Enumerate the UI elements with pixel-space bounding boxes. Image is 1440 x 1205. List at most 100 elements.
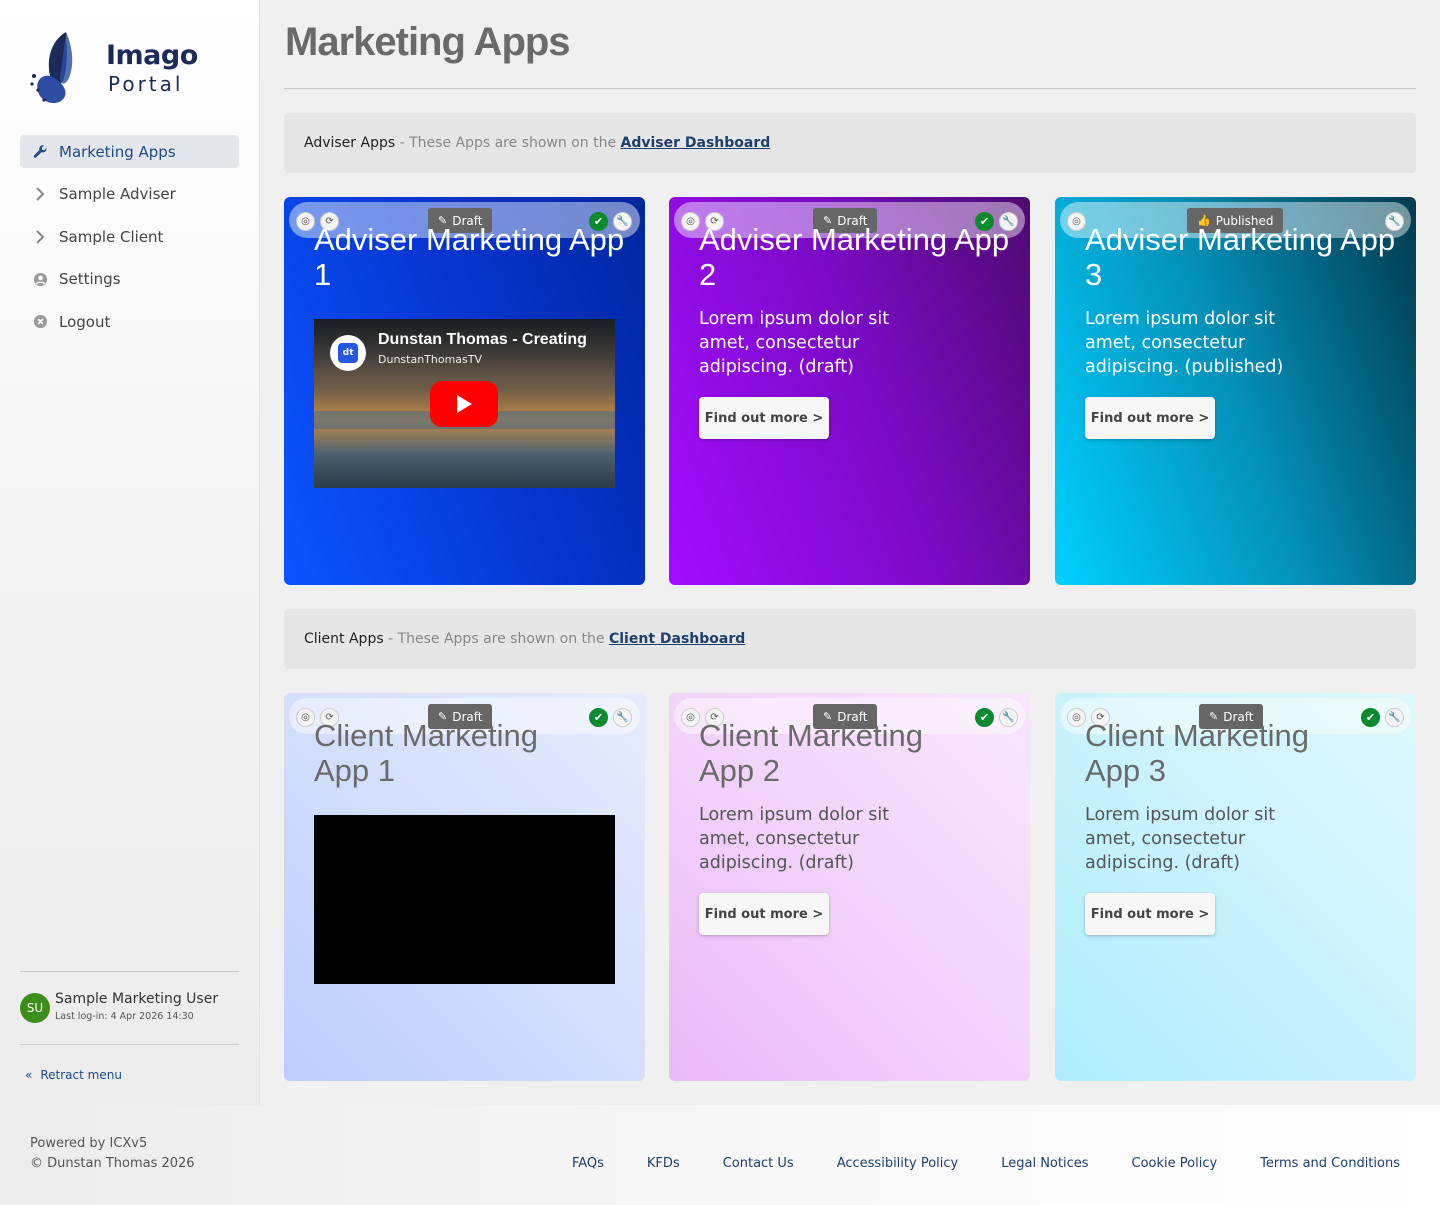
sidebar-item-label: Marketing Apps bbox=[59, 142, 176, 161]
footer-link-kfds[interactable]: KFDs bbox=[647, 1156, 680, 1171]
butterfly-logo-icon bbox=[30, 32, 73, 104]
check-icon: ✔ bbox=[593, 711, 604, 724]
sidebar-item-marketing-apps[interactable]: Marketing Apps bbox=[20, 135, 239, 168]
video-player[interactable]: dt Dunstan Thomas - Creating DunstanThom… bbox=[314, 319, 615, 488]
visibility-toggle-button[interactable]: ◎ bbox=[296, 212, 315, 231]
divider bbox=[20, 971, 239, 972]
card-text: Lorem ipsum dolor sit amet, consectetur … bbox=[1085, 309, 1284, 377]
adviser-app-card-2: ◎ ⟳ ✎ Draft ✔ 🔧 Adviser Marketing App 2 L… bbox=[669, 197, 1030, 585]
sidebar-item-sample-adviser[interactable]: Sample Adviser bbox=[20, 178, 239, 211]
close-circle-icon bbox=[32, 314, 48, 330]
sidebar-item-label: Settings bbox=[59, 270, 121, 288]
card-text: Lorem ipsum dolor sit amet, consectetur … bbox=[699, 309, 890, 377]
footer-link-cookie-policy[interactable]: Cookie Policy bbox=[1132, 1156, 1218, 1171]
find-out-more-button[interactable]: Find out more > bbox=[1085, 893, 1215, 935]
edit-settings-button[interactable]: 🔧 bbox=[1385, 708, 1404, 727]
channel-avatar[interactable]: dt bbox=[330, 335, 366, 371]
card-title: Adviser Marketing App 2 bbox=[699, 222, 1010, 292]
wrench-icon: 🔧 bbox=[616, 712, 629, 723]
powered-by: Powered by ICXv5 bbox=[30, 1136, 148, 1151]
approve-button[interactable]: ✔ bbox=[1361, 708, 1380, 727]
find-out-more-button[interactable]: Find out more > bbox=[1085, 397, 1215, 439]
find-out-more-button[interactable]: Find out more > bbox=[699, 397, 829, 439]
eye-slash-icon: ◎ bbox=[1072, 216, 1081, 227]
eye-slash-icon: ◎ bbox=[301, 216, 310, 227]
sidebar-item-label: Sample Client bbox=[59, 227, 164, 246]
sidebar-item-label: Sample Adviser bbox=[59, 185, 176, 203]
footer-link-terms[interactable]: Terms and Conditions bbox=[1260, 1156, 1400, 1171]
approve-button[interactable]: ✔ bbox=[975, 708, 994, 727]
visibility-toggle-button[interactable]: ◎ bbox=[296, 708, 315, 727]
card-title: Client Marketing App 1 bbox=[314, 718, 538, 788]
find-out-more-button[interactable]: Find out more > bbox=[699, 893, 829, 935]
card-title: Adviser Marketing App 1 bbox=[314, 222, 625, 292]
visibility-toggle-button[interactable]: ◎ bbox=[1067, 708, 1086, 727]
eye-slash-icon: ◎ bbox=[1072, 712, 1081, 723]
eye-slash-icon: ◎ bbox=[686, 712, 695, 723]
section-header-client: Client Apps - These Apps are shown on th… bbox=[284, 609, 1416, 669]
copyright: © Dunstan Thomas 2026 bbox=[30, 1156, 195, 1171]
sidebar: Imago Portal Marketing Apps Sample Advis… bbox=[0, 0, 260, 1105]
user-profile: SU Sample Marketing User Last log-in: 4 … bbox=[20, 991, 239, 1024]
play-button[interactable] bbox=[430, 381, 498, 427]
play-icon bbox=[457, 395, 472, 413]
last-login: Last log-in: 4 Apr 2026 14:30 bbox=[55, 1011, 194, 1022]
wrench-icon: 🔧 bbox=[1388, 712, 1401, 723]
sidebar-item-logout[interactable]: Logout bbox=[20, 305, 239, 338]
divider bbox=[20, 1044, 239, 1045]
divider bbox=[284, 88, 1416, 89]
user-circle-icon bbox=[32, 271, 48, 287]
sidebar-nav: Marketing Apps Sample Adviser Sample Cli… bbox=[20, 135, 239, 348]
card-title: Client Marketing App 3 bbox=[1085, 718, 1309, 788]
section-name: Adviser Apps bbox=[304, 135, 396, 151]
section-desc: - These Apps are shown on the bbox=[395, 135, 621, 151]
card-text: Lorem ipsum dolor sit amet, consectetur … bbox=[699, 805, 890, 873]
logo-name: Imago bbox=[106, 40, 198, 71]
double-chevron-left-icon: « bbox=[25, 1068, 33, 1082]
adviser-dashboard-link[interactable]: Adviser Dashboard bbox=[621, 135, 771, 151]
footer-link-contact-us[interactable]: Contact Us bbox=[723, 1156, 794, 1171]
client-app-card-1: ◎ ⟳ ✎ Draft ✔ 🔧 Client Marketing App 1 bbox=[284, 693, 645, 1081]
wrench-icon: 🔧 bbox=[1002, 712, 1015, 723]
client-dashboard-link[interactable]: Client Dashboard bbox=[609, 631, 745, 647]
footer-link-legal-notices[interactable]: Legal Notices bbox=[1001, 1156, 1088, 1171]
logo[interactable]: Imago Portal bbox=[28, 28, 198, 108]
card-title: Client Marketing App 2 bbox=[699, 718, 923, 788]
retract-label: Retract menu bbox=[40, 1068, 122, 1082]
visibility-toggle-button[interactable]: ◎ bbox=[1067, 212, 1086, 231]
chevron-right-icon bbox=[32, 229, 48, 245]
video-player[interactable] bbox=[314, 815, 615, 984]
adviser-app-card-1: ◎ ⟳ ✎ Draft ✔ 🔧 Adviser Marketing App 1 d… bbox=[284, 197, 645, 585]
section-name: Client Apps bbox=[304, 631, 384, 647]
footer: Powered by ICXv5 © Dunstan Thomas 2026 F… bbox=[0, 1105, 1440, 1205]
sidebar-item-sample-client[interactable]: Sample Client bbox=[20, 220, 239, 253]
user-name: Sample Marketing User bbox=[55, 991, 219, 1007]
sidebar-item-settings[interactable]: Settings bbox=[20, 263, 239, 296]
eye-slash-icon: ◎ bbox=[686, 216, 695, 227]
adviser-app-card-3: ◎ 👍 Published 🔧 Adviser Marketing App 3 L… bbox=[1055, 197, 1416, 585]
client-app-card-2: ◎ ⟳ ✎ Draft ✔ 🔧 Client Marketing App 2 Lo… bbox=[669, 693, 1030, 1081]
video-channel[interactable]: DunstanThomasTV bbox=[378, 353, 482, 366]
approve-button[interactable]: ✔ bbox=[589, 708, 608, 727]
section-desc: - These Apps are shown on the bbox=[383, 631, 609, 647]
footer-link-faqs[interactable]: FAQs bbox=[572, 1156, 604, 1171]
video-title[interactable]: Dunstan Thomas - Creating bbox=[378, 331, 587, 349]
visibility-toggle-button[interactable]: ◎ bbox=[681, 212, 700, 231]
page-title: Marketing Apps bbox=[285, 20, 571, 64]
section-header-adviser: Adviser Apps - These Apps are shown on t… bbox=[284, 113, 1416, 173]
client-app-card-3: ◎ ⟳ ✎ Draft ✔ 🔧 Client Marketing App 3 Lo… bbox=[1055, 693, 1416, 1081]
retract-menu-button[interactable]: « Retract menu bbox=[25, 1068, 122, 1082]
eye-slash-icon: ◎ bbox=[301, 712, 310, 723]
logo-subname: Portal bbox=[108, 72, 184, 96]
card-title: Adviser Marketing App 3 bbox=[1085, 222, 1396, 292]
edit-settings-button[interactable]: 🔧 bbox=[613, 708, 632, 727]
check-icon: ✔ bbox=[1365, 711, 1376, 724]
card-text: Lorem ipsum dolor sit amet, consectetur … bbox=[1085, 805, 1276, 873]
edit-settings-button[interactable]: 🔧 bbox=[999, 708, 1018, 727]
avatar: SU bbox=[20, 993, 50, 1023]
sidebar-item-label: Logout bbox=[59, 312, 111, 331]
visibility-toggle-button[interactable]: ◎ bbox=[681, 708, 700, 727]
footer-link-accessibility-policy[interactable]: Accessibility Policy bbox=[837, 1156, 959, 1171]
chevron-right-icon bbox=[32, 186, 48, 202]
channel-logo: dt bbox=[338, 343, 358, 363]
